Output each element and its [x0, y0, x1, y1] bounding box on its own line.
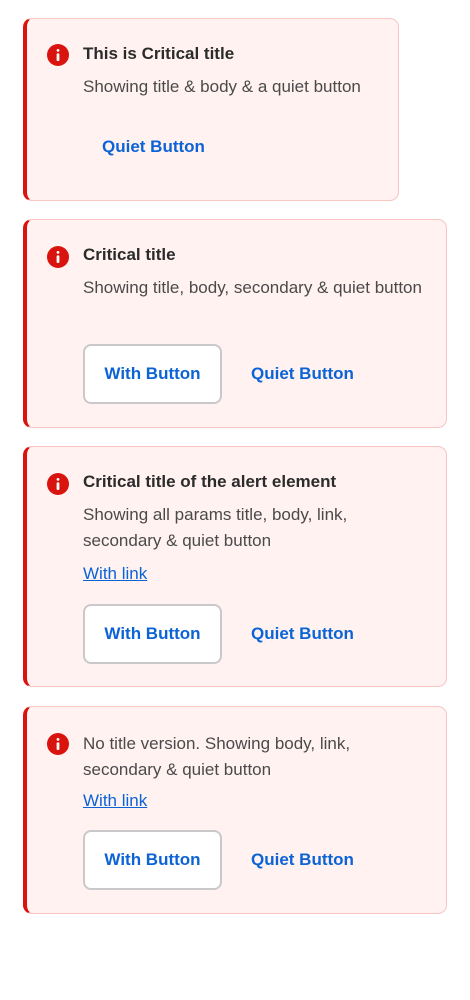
- quiet-button[interactable]: Quiet Button: [251, 354, 354, 394]
- quiet-button[interactable]: Quiet Button: [251, 840, 354, 880]
- critical-info-icon: [47, 44, 69, 66]
- alert-title: Critical title: [83, 245, 176, 264]
- quiet-button[interactable]: Quiet Button: [102, 127, 205, 167]
- alert-title: This is Critical title: [83, 44, 235, 63]
- secondary-button[interactable]: With Button: [83, 830, 222, 890]
- alert-title: Critical title of the alert element: [83, 472, 337, 491]
- quiet-button[interactable]: Quiet Button: [251, 614, 354, 654]
- critical-info-icon: [47, 246, 69, 268]
- secondary-button[interactable]: With Button: [83, 344, 222, 404]
- critical-alert: No title version. Showing body, link, se…: [23, 706, 447, 914]
- alert-body: Showing title, body, secondary & quiet b…: [83, 278, 422, 297]
- alert-body: No title version. Showing body, link, se…: [83, 734, 351, 779]
- critical-alert: Critical title Showing title, body, seco…: [23, 219, 447, 428]
- alert-link[interactable]: With link: [83, 789, 147, 813]
- critical-alert: Critical title of the alert element Show…: [23, 446, 447, 687]
- alert-body: Showing title & body & a quiet button: [83, 77, 361, 96]
- critical-info-icon: [47, 473, 69, 495]
- alert-body: Showing all params title, body, link, se…: [83, 505, 348, 550]
- secondary-button[interactable]: With Button: [83, 604, 222, 664]
- critical-alert: This is Critical title Showing title & b…: [23, 18, 399, 201]
- alert-link[interactable]: With link: [83, 562, 147, 586]
- critical-info-icon: [47, 733, 69, 755]
